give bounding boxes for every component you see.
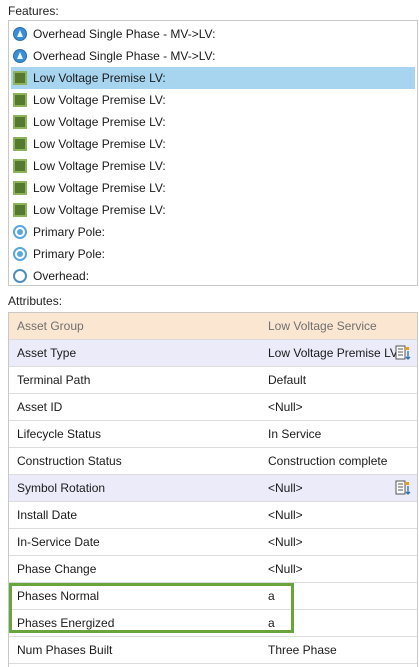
feature-label: Low Voltage Premise LV: (33, 93, 166, 107)
attribute-value[interactable]: <Null> (268, 400, 303, 414)
attribute-name: Symbol Rotation (17, 481, 106, 495)
feature-item[interactable]: Overhead Single Phase - MV->LV: (11, 23, 415, 45)
attribute-name: Terminal Path (17, 373, 91, 387)
attribute-value: Low Voltage Service (268, 319, 377, 333)
feature-item[interactable]: Low Voltage Premise LV: (11, 133, 415, 155)
attribute-row-asset-id[interactable]: Asset ID <Null> (9, 394, 417, 421)
attribute-row-asset-type[interactable]: Asset Type Low Voltage Premise LV (9, 340, 417, 367)
premise-square-icon (13, 203, 27, 217)
feature-label: Overhead Single Phase - MV->LV: (33, 27, 216, 41)
premise-square-icon (13, 159, 27, 173)
attribute-name: Construction Status (17, 454, 122, 468)
attribute-name: Asset ID (17, 400, 63, 414)
list-edit-icon[interactable] (395, 480, 411, 496)
premise-square-icon (13, 115, 27, 129)
attribute-row-phase-change[interactable]: Phase Change <Null> (9, 556, 417, 583)
overhead-circle-icon (13, 269, 27, 283)
attribute-value[interactable]: <Null> (268, 562, 303, 576)
overhead-line-icon (13, 49, 27, 63)
feature-item[interactable]: Primary Pole: (11, 243, 415, 265)
attribute-row-terminal-path[interactable]: Terminal Path Default (9, 367, 417, 394)
feature-label: Overhead: (33, 269, 90, 283)
attribute-name: Num Phases Built (17, 643, 113, 657)
features-label: Features: (8, 4, 59, 18)
attribute-name: In-Service Date (17, 535, 100, 549)
feature-label: Low Voltage Premise LV: (33, 181, 166, 195)
attribute-value[interactable]: Three Phase (268, 643, 337, 657)
attribute-value[interactable]: Low Voltage Premise LV (268, 346, 398, 360)
attribute-value[interactable]: Default (268, 373, 306, 387)
attribute-name: Phases Energized (17, 616, 115, 630)
feature-item[interactable]: Primary Pole: (11, 221, 415, 243)
features-list[interactable]: Overhead Single Phase - MV->LV: Overhead… (8, 20, 418, 286)
attribute-value[interactable]: a (268, 589, 275, 603)
attribute-row-phases-normal[interactable]: Phases Normal a (9, 583, 417, 610)
pole-icon (13, 247, 27, 261)
feature-label: Primary Pole: (33, 247, 106, 261)
premise-square-icon (13, 71, 27, 85)
attribute-row-phases-energized[interactable]: Phases Energized a (9, 610, 417, 637)
feature-item[interactable]: Low Voltage Premise LV: (11, 89, 415, 111)
attribute-row-in-service-date[interactable]: In-Service Date <Null> (9, 529, 417, 556)
feature-label: Low Voltage Premise LV: (33, 71, 166, 85)
attribute-name: Install Date (17, 508, 78, 522)
feature-item[interactable]: Overhead Single Phase - MV->LV: (11, 45, 415, 67)
feature-label: Low Voltage Premise LV: (33, 137, 166, 151)
attribute-value[interactable]: Construction complete (268, 454, 387, 468)
feature-label: Primary Pole: (33, 225, 106, 239)
feature-item-selected[interactable]: Low Voltage Premise LV: (11, 67, 415, 89)
pole-icon (13, 225, 27, 239)
attribute-row-num-phases-built[interactable]: Num Phases Built Three Phase (9, 637, 417, 664)
attribute-name: Phases Normal (17, 589, 100, 603)
attribute-row-asset-group: Asset Group Low Voltage Service (9, 313, 417, 340)
attribute-name: Asset Type (17, 346, 77, 360)
attribute-row-symbol-rotation[interactable]: Symbol Rotation <Null> (9, 475, 417, 502)
feature-item[interactable]: Low Voltage Premise LV: (11, 199, 415, 221)
list-edit-icon[interactable] (395, 345, 411, 361)
attribute-name: Phase Change (17, 562, 97, 576)
premise-square-icon (13, 93, 27, 107)
attributes-label: Attributes: (8, 294, 63, 308)
feature-label: Overhead Single Phase - MV->LV: (33, 49, 216, 63)
attribute-row-construction-status[interactable]: Construction Status Construction complet… (9, 448, 417, 475)
premise-square-icon (13, 181, 27, 195)
feature-item[interactable]: Overhead: (11, 265, 415, 285)
attribute-value[interactable]: <Null> (268, 535, 303, 549)
attributes-table: Asset Group Low Voltage Service Asset Ty… (8, 312, 418, 667)
feature-label: Low Voltage Premise LV: (33, 159, 166, 173)
feature-label: Low Voltage Premise LV: (33, 115, 166, 129)
attribute-name: Asset Group (17, 319, 84, 333)
overhead-line-icon (13, 27, 27, 41)
attribute-row-install-date[interactable]: Install Date <Null> (9, 502, 417, 529)
attribute-name: Lifecycle Status (17, 427, 102, 441)
attribute-row-lifecycle-status[interactable]: Lifecycle Status In Service (9, 421, 417, 448)
attribute-value[interactable]: In Service (268, 427, 321, 441)
feature-item[interactable]: Low Voltage Premise LV: (11, 177, 415, 199)
attribute-value[interactable]: a (268, 616, 275, 630)
feature-item[interactable]: Low Voltage Premise LV: (11, 111, 415, 133)
attribute-value[interactable]: <Null> (268, 508, 303, 522)
premise-square-icon (13, 137, 27, 151)
attribute-value[interactable]: <Null> (268, 481, 303, 495)
feature-item[interactable]: Low Voltage Premise LV: (11, 155, 415, 177)
feature-label: Low Voltage Premise LV: (33, 203, 166, 217)
